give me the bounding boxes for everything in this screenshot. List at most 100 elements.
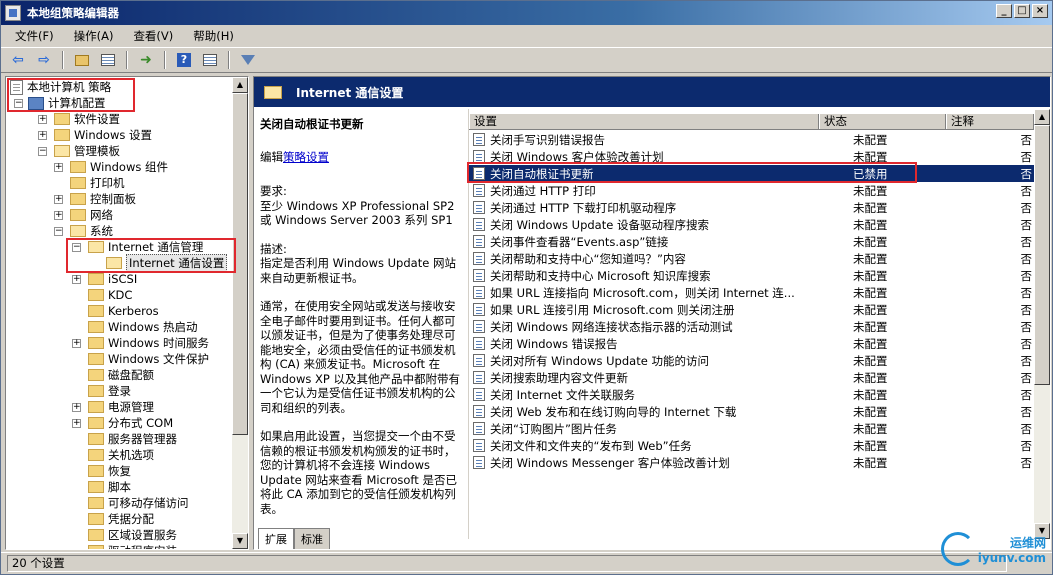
setting-row[interactable]: 关闭“订购图片”图片任务 未配置 否 [469,420,1034,437]
show-hide-tree-button[interactable] [97,50,119,70]
setting-row[interactable]: 关闭 Windows Update 设备驱动程序搜索 未配置 否 [469,216,1034,233]
tree-node[interactable]: Windows 设置 [54,127,152,143]
tree-node[interactable]: 控制面板 [70,191,136,207]
expand-toggle[interactable]: + [54,163,63,172]
tree-node[interactable]: Kerberos [88,303,159,319]
tree-computer-config[interactable]: 计算机配置 [28,95,106,111]
scroll-thumb[interactable] [232,93,248,435]
setting-row[interactable]: 关闭 Internet 文件关联服务 未配置 否 [469,386,1034,403]
edit-policy-link[interactable]: 策略设置 [283,150,329,164]
tree-node[interactable]: Internet 通信管理 [88,239,203,255]
setting-row[interactable]: 如果 URL 连接引用 Microsoft.com 则关闭注册 未配置 否 [469,301,1034,318]
expand-toggle[interactable]: − [72,243,81,252]
tree-node[interactable]: 区域设置服务 [88,527,177,543]
scroll-up-icon[interactable]: ▲ [1034,109,1050,125]
tree-node[interactable]: 服务器管理器 [88,431,177,447]
collapse-toggle[interactable]: − [14,99,23,108]
expand-toggle[interactable]: + [72,419,81,428]
policy-setting-icon [473,388,485,401]
tree-node[interactable]: 磁盘配额 [88,367,154,383]
tree-node[interactable]: Windows 组件 [70,159,168,175]
maximize-button[interactable]: □ [1014,4,1030,18]
tree-node[interactable]: 驱动程序安装 [88,543,177,549]
tree-node[interactable]: 分布式 COM [88,415,173,431]
expand-toggle[interactable]: + [72,403,81,412]
tree-node[interactable]: 管理模板 [54,143,120,159]
menu-help[interactable]: 帮助(H) [185,27,242,45]
filter-button[interactable] [237,50,259,70]
setting-row[interactable]: 如果 URL 连接指向 Microsoft.com，则关闭 Internet 连… [469,284,1034,301]
setting-row[interactable]: 关闭 Windows 客户体验改善计划 未配置 否 [469,148,1034,165]
expand-toggle[interactable]: + [38,131,47,140]
setting-row[interactable]: 关闭通过 HTTP 打印 未配置 否 [469,182,1034,199]
setting-row[interactable]: 关闭 Windows 网络连接状态指示器的活动测试 未配置 否 [469,318,1034,335]
col-state[interactable]: 状态 [819,114,946,129]
menu-action[interactable]: 操作(A) [66,27,122,45]
setting-row[interactable]: 关闭 Web 发布和在线订购向导的 Internet 下载 未配置 否 [469,403,1034,420]
expand-toggle[interactable]: − [38,147,47,156]
tree-node[interactable]: 脚本 [88,479,131,495]
setting-comment: 否 [1020,285,1033,300]
setting-row[interactable]: 关闭帮助和支持中心“您知道吗？”内容 未配置 否 [469,250,1034,267]
tab-extended[interactable]: 扩展 [258,528,294,549]
tree-node[interactable]: 关机选项 [88,447,154,463]
col-comment[interactable]: 注释 [946,114,1034,129]
expand-toggle[interactable]: + [72,339,81,348]
setting-comment: 否 [1020,166,1033,181]
properties-button[interactable] [199,50,221,70]
scroll-down-icon[interactable]: ▼ [232,533,248,549]
minimize-button[interactable]: _ [996,4,1012,18]
setting-state: 未配置 [853,421,888,436]
col-setting[interactable]: 设置 [469,114,819,129]
setting-row[interactable]: 关闭手写识别错误报告 未配置 否 [469,131,1034,148]
back-button[interactable]: ⇦ [7,50,29,70]
close-button[interactable]: × [1032,4,1048,18]
up-folder-button[interactable] [71,50,93,70]
setting-name: 关闭帮助和支持中心“您知道吗？”内容 [490,251,686,266]
setting-row[interactable]: 关闭 Windows 错误报告 未配置 否 [469,335,1034,352]
expand-toggle[interactable]: + [54,211,63,220]
setting-row[interactable]: 关闭帮助和支持中心 Microsoft 知识库搜索 未配置 否 [469,267,1034,284]
tree-node[interactable]: Windows 文件保护 [88,351,209,367]
scroll-thumb[interactable] [1034,125,1050,385]
tree-node[interactable]: KDC [88,287,132,303]
export-list-button[interactable]: ➜ [135,50,157,70]
tree-node[interactable]: 恢复 [88,463,131,479]
expand-toggle[interactable]: − [54,227,63,236]
tree-node[interactable]: Windows 时间服务 [88,335,209,351]
expand-toggle[interactable]: + [54,195,63,204]
tree-scrollbar[interactable]: ▲ ▼ [232,77,248,549]
tree-node[interactable]: iSCSI [88,271,137,287]
setting-row[interactable]: 关闭搜索助理内容文件更新 未配置 否 [469,369,1034,386]
setting-row[interactable]: 关闭文件和文件夹的“发布到 Web”任务 未配置 否 [469,437,1034,454]
folder-icon [88,385,104,397]
tree-node[interactable]: Internet 通信设置 [106,254,228,272]
setting-row[interactable]: 关闭通过 HTTP 下载打印机驱动程序 未配置 否 [469,199,1034,216]
setting-row[interactable]: 关闭事件查看器“Events.asp”链接 未配置 否 [469,233,1034,250]
menu-file[interactable]: 文件(F) [7,27,62,45]
menu-view[interactable]: 查看(V) [125,27,181,45]
tree-node[interactable]: Windows 热启动 [88,319,198,335]
setting-row[interactable]: 关闭自动根证书更新 已禁用 否 [469,165,1034,182]
expand-toggle[interactable]: + [72,275,81,284]
tree-node[interactable]: 软件设置 [54,111,120,127]
expand-toggle[interactable]: + [38,115,47,124]
setting-row[interactable]: 关闭 Windows Messenger 客户体验改善计划 未配置 否 [469,454,1034,471]
tree-node[interactable]: 凭据分配 [88,511,154,527]
tree-node[interactable]: 可移动存储访问 [88,495,189,511]
status-text: 20 个设置 [7,555,1007,572]
scroll-up-icon[interactable]: ▲ [232,77,248,93]
tree-node[interactable]: 系统 [70,223,113,239]
setting-row[interactable]: 关闭对所有 Windows Update 功能的访问 未配置 否 [469,352,1034,369]
tree-root[interactable]: 本地计算机 策略 [10,79,111,95]
help-button[interactable]: ? [173,50,195,70]
folder-icon [88,465,104,477]
tree-node[interactable]: 电源管理 [88,399,154,415]
tree-node[interactable]: 网络 [70,207,113,223]
tree-node[interactable]: 登录 [88,383,131,399]
folder-icon [88,529,104,541]
tree-node[interactable]: 打印机 [70,175,125,191]
tab-standard[interactable]: 标准 [294,528,330,549]
list-scrollbar[interactable]: ▲ ▼ [1034,109,1050,539]
forward-button[interactable]: ⇨ [33,50,55,70]
